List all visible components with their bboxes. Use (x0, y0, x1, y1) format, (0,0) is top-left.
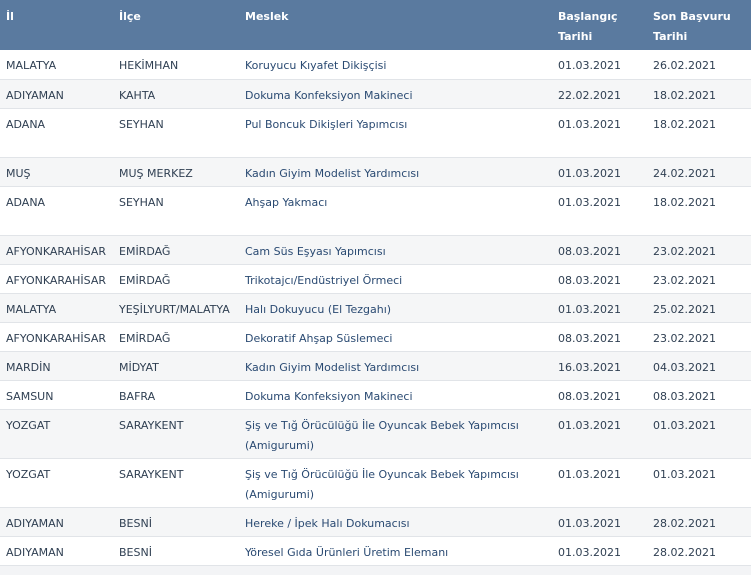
cell-il: ADANA (0, 186, 113, 236)
table-row: ADIYAMAN BESNİ Hereke / İpek Halı Dokuma… (0, 507, 751, 537)
cell-il: AFYONKARAHİSAR (0, 322, 113, 352)
cell-son-basvuru: 18.02.2021 (647, 79, 751, 109)
cell-ilce: BAFRA (113, 380, 239, 410)
cell-il: MARDİN (0, 351, 113, 381)
cell-il: ADANA (0, 108, 113, 158)
table-row: AFYONKARAHİSAR EMİRDAĞ Cam Süs Eşyası Ya… (0, 235, 751, 265)
cell-baslangic: 01.03.2021 (552, 409, 647, 459)
cell-il: YOZGAT (0, 458, 113, 508)
cell-son-basvuru: 28.02.2021 (647, 536, 751, 566)
cell-meslek: Yöresel Gıda Ürünleri Üretim Elemanı (239, 536, 552, 566)
cell-il: ADIYAMAN (0, 79, 113, 109)
cell-ilce: SARAYKENT (113, 409, 239, 459)
table-row: ADIYAMAN KAHTA Dokuma Konfeksiyon Makine… (0, 79, 751, 109)
header-meslek[interactable]: Meslek (239, 0, 552, 50)
cell-baslangic: 01.03.2021 (552, 536, 647, 566)
cell-baslangic: 01.03.2021 (552, 50, 647, 80)
cell-il: ADIYAMAN (0, 507, 113, 537)
cell-baslangic: 01.03.2021 (552, 458, 647, 508)
cell-meslek: Ahşap Yakmacı (239, 186, 552, 236)
header-ilce[interactable]: İlçe (113, 0, 239, 50)
cell-meslek: Koruyucu Kıyafet Dikişçisi (239, 50, 552, 80)
cell-ilce: SARAYKENT (113, 458, 239, 508)
table-row: ADANA SEYHAN Pul Boncuk Dikişleri Yapımc… (0, 108, 751, 158)
cell-il: AFYONKARAHİSAR (0, 235, 113, 265)
cell-il: ADIYAMAN (0, 536, 113, 566)
cell-il: MUŞ (0, 157, 113, 187)
cell-meslek: Dokuma Konfeksiyon Makineci (239, 79, 552, 109)
header-il[interactable]: İl (0, 0, 113, 50)
cell-meslek: Dokuma Konfeksiyon Makineci (239, 380, 552, 410)
cell-meslek: Trikotajcı/Endüstriyel Örmeci (239, 264, 552, 294)
cell-son-basvuru: 25.02.2021 (647, 293, 751, 323)
cell-baslangic: 01.03.2021 (552, 507, 647, 537)
cell-son-basvuru: 01.03.2021 (647, 409, 751, 459)
cell-meslek: Şiş ve Tığ Örücülüğü İle Oyuncak Bebek Y… (239, 458, 552, 508)
cell-baslangic: 01.03.2021 (552, 186, 647, 236)
table-row: AFYONKARAHİSAR EMİRDAĞ Dekoratif Ahşap S… (0, 322, 751, 352)
table-row: YOZGAT SARAYKENT Şiş ve Tığ Örücülüğü İl… (0, 409, 751, 459)
table-row: YOZGAT SARAYKENT Şiş ve Tığ Örücülüğü İl… (0, 458, 751, 508)
cell-meslek: Şiş ve Tığ Örücülüğü İle Oyuncak Bebek Y… (239, 409, 552, 459)
cell-son-basvuru: 01.03.2021 (647, 458, 751, 508)
table-row: SAMSUN BAFRA Dokuma Konfeksiyon Makineci… (0, 380, 751, 410)
cell-ilce: KAHTA (113, 79, 239, 109)
cell-il: SAMSUN (0, 380, 113, 410)
cell-il: YOZGAT (0, 409, 113, 459)
cell-meslek: Cam Süs Eşyası Yapımcısı (239, 235, 552, 265)
cell-ilce: BESNİ (113, 507, 239, 537)
cell-baslangic: 08.03.2021 (552, 264, 647, 294)
cell-baslangic: 08.03.2021 (552, 380, 647, 410)
cell-meslek: Hereke / İpek Halı Dokumacısı (239, 507, 552, 537)
cell-ilce: YEŞİLYURT/MALATYA (113, 293, 239, 323)
cell-ilce: EMİRDAĞ (113, 322, 239, 352)
cell-baslangic: 08.03.2021 (552, 235, 647, 265)
cell-baslangic: 01.03.2021 (552, 157, 647, 187)
cell-baslangic: 22.02.2021 (552, 79, 647, 109)
courses-table: İl İlçe Meslek Başlangıç Tarihi Son Başv… (0, 0, 751, 566)
cell-son-basvuru: 23.02.2021 (647, 235, 751, 265)
cell-son-basvuru: 24.02.2021 (647, 157, 751, 187)
cell-ilce: EMİRDAĞ (113, 264, 239, 294)
table-body: MALATYA HEKİMHAN Koruyucu Kıyafet Dikişç… (0, 50, 751, 566)
cell-il: MALATYA (0, 50, 113, 80)
cell-baslangic: 01.03.2021 (552, 108, 647, 158)
table-row: MARDİN MİDYAT Kadın Giyim Modelist Yardı… (0, 351, 751, 381)
table-row: MALATYA YEŞİLYURT/MALATYA Halı Dokuyucu … (0, 293, 751, 323)
cell-son-basvuru: 23.02.2021 (647, 322, 751, 352)
cell-son-basvuru: 26.02.2021 (647, 50, 751, 80)
cell-ilce: SEYHAN (113, 186, 239, 236)
cell-meslek: Halı Dokuyucu (El Tezgahı) (239, 293, 552, 323)
table-row: MALATYA HEKİMHAN Koruyucu Kıyafet Dikişç… (0, 50, 751, 80)
cell-meslek: Kadın Giyim Modelist Yardımcısı (239, 351, 552, 381)
cell-ilce: HEKİMHAN (113, 50, 239, 80)
cell-ilce: MİDYAT (113, 351, 239, 381)
cell-baslangic: 16.03.2021 (552, 351, 647, 381)
header-row: İl İlçe Meslek Başlangıç Tarihi Son Başv… (0, 0, 751, 50)
table-row: AFYONKARAHİSAR EMİRDAĞ Trikotajcı/Endüst… (0, 264, 751, 294)
cell-il: AFYONKARAHİSAR (0, 264, 113, 294)
table-header: İl İlçe Meslek Başlangıç Tarihi Son Başv… (0, 0, 751, 50)
cell-baslangic: 01.03.2021 (552, 293, 647, 323)
cell-son-basvuru: 18.02.2021 (647, 108, 751, 158)
cell-ilce: MUŞ MERKEZ (113, 157, 239, 187)
table-row: MUŞ MUŞ MERKEZ Kadın Giyim Modelist Yard… (0, 157, 751, 187)
cell-son-basvuru: 18.02.2021 (647, 186, 751, 236)
table-row: ADANA SEYHAN Ahşap Yakmacı 01.03.2021 18… (0, 186, 751, 236)
cell-meslek: Pul Boncuk Dikişleri Yapımcısı (239, 108, 552, 158)
cell-meslek: Dekoratif Ahşap Süslemeci (239, 322, 552, 352)
cell-ilce: EMİRDAĞ (113, 235, 239, 265)
cell-son-basvuru: 28.02.2021 (647, 507, 751, 537)
cell-son-basvuru: 04.03.2021 (647, 351, 751, 381)
header-baslangic[interactable]: Başlangıç Tarihi (552, 0, 647, 50)
cell-son-basvuru: 23.02.2021 (647, 264, 751, 294)
table-row: ADIYAMAN BESNİ Yöresel Gıda Ürünleri Üre… (0, 536, 751, 566)
header-son-basvuru[interactable]: Son Başvuru Tarihi (647, 0, 751, 50)
cell-il: MALATYA (0, 293, 113, 323)
cell-son-basvuru: 08.03.2021 (647, 380, 751, 410)
cell-ilce: SEYHAN (113, 108, 239, 158)
cell-baslangic: 08.03.2021 (552, 322, 647, 352)
cell-meslek: Kadın Giyim Modelist Yardımcısı (239, 157, 552, 187)
cell-ilce: BESNİ (113, 536, 239, 566)
